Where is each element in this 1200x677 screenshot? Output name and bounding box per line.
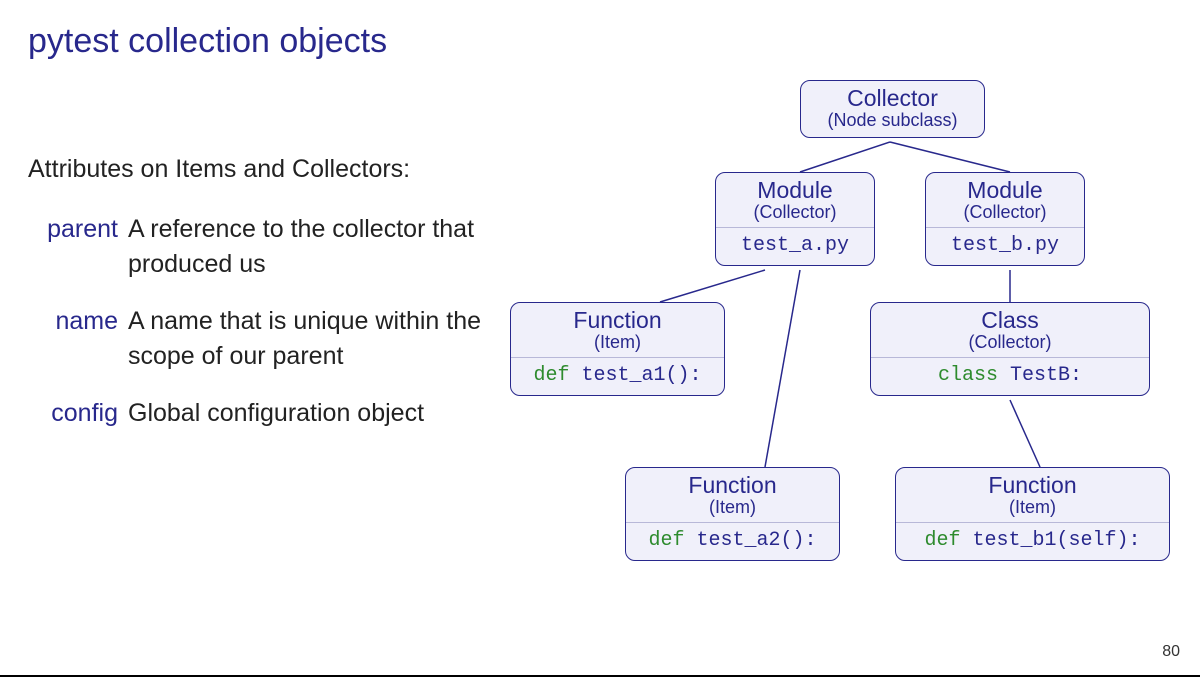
node-class-b: Class (Collector) class TestB: — [870, 302, 1150, 396]
slide-title: pytest collection objects — [28, 22, 387, 61]
node-function-b1: Function (Item) def test_b1(self): — [895, 467, 1170, 561]
node-module-b: Module (Collector) test_b.py — [925, 172, 1085, 266]
node-function-a2: Function (Item) def test_a2(): — [625, 467, 840, 561]
diagram: Collector (Node subclass) Module (Collec… — [500, 80, 1200, 620]
keyword: class — [938, 364, 998, 387]
node-sub: (Item) — [626, 497, 839, 518]
node-title: Module — [926, 177, 1084, 204]
node-sub: (Item) — [896, 497, 1169, 518]
node-title: Function — [626, 472, 839, 499]
attr-term: config — [28, 396, 128, 431]
keyword: def — [924, 529, 960, 552]
node-sub: (Collector) — [716, 202, 874, 223]
node-title: Function — [511, 307, 724, 334]
code-rest: TestB: — [998, 364, 1082, 387]
node-sub: (Item) — [511, 332, 724, 353]
node-title: Module — [716, 177, 874, 204]
node-code: test_b.py — [926, 227, 1084, 265]
attr-desc: Global configuration object — [128, 396, 488, 431]
code-rest: test_a2(): — [684, 529, 816, 552]
attr-term: parent — [28, 212, 128, 247]
node-sub: (Collector) — [926, 202, 1084, 223]
code-rest: test_b1(self): — [960, 529, 1140, 552]
node-module-a: Module (Collector) test_a.py — [715, 172, 875, 266]
node-title: Function — [896, 472, 1169, 499]
attr-desc: A name that is unique within the scope o… — [128, 304, 488, 374]
attributes-section: Attributes on Items and Collectors: pare… — [28, 155, 488, 453]
node-code: test_a.py — [716, 227, 874, 265]
node-function-a1: Function (Item) def test_a1(): — [510, 302, 725, 396]
node-code: def test_b1(self): — [896, 522, 1169, 560]
node-sub: (Node subclass) — [801, 110, 984, 131]
node-code: def test_a2(): — [626, 522, 839, 560]
code-rest: test_a1(): — [569, 364, 701, 387]
keyword: def — [648, 529, 684, 552]
node-code: def test_a1(): — [511, 357, 724, 395]
attr-term: name — [28, 304, 128, 339]
node-collector: Collector (Node subclass) — [800, 80, 985, 138]
node-code: class TestB: — [871, 357, 1149, 395]
attr-name: name A name that is unique within the sc… — [28, 304, 488, 374]
keyword: def — [533, 364, 569, 387]
node-title: Class — [871, 307, 1149, 334]
attr-desc: A reference to the collector that produc… — [128, 212, 488, 282]
attr-parent: parent A reference to the collector that… — [28, 212, 488, 282]
node-sub: (Collector) — [871, 332, 1149, 353]
slide: pytest collection objects Attributes on … — [0, 0, 1200, 677]
page-number: 80 — [1162, 643, 1180, 661]
node-title: Collector — [801, 85, 984, 112]
attr-config: config Global configuration object — [28, 396, 488, 431]
attrs-heading: Attributes on Items and Collectors: — [28, 155, 488, 184]
